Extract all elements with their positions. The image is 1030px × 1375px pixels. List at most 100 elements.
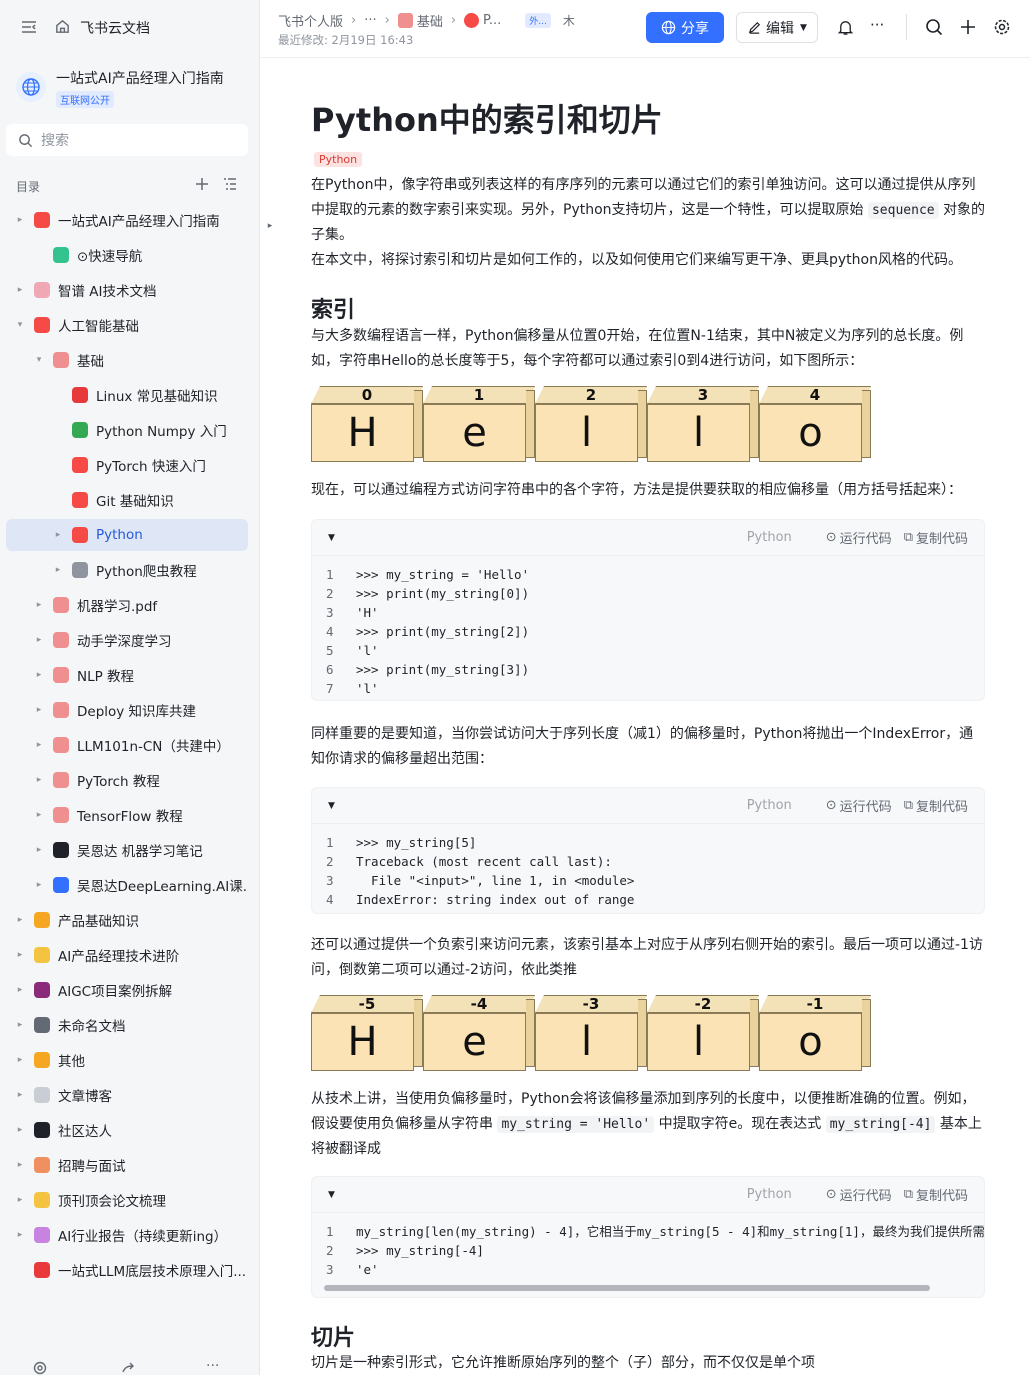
more-options-icon[interactable]: ··· bbox=[870, 16, 884, 34]
tree-item[interactable]: ▸ 动手学深度学习 bbox=[6, 624, 248, 656]
tree-item[interactable]: Git 基础知识 bbox=[6, 484, 248, 516]
scrollbar[interactable] bbox=[1019, 60, 1025, 1350]
caret-icon[interactable]: ▸ bbox=[12, 1090, 28, 1100]
tree-item[interactable]: ▸ 吴恩达 机器学习笔记 bbox=[6, 834, 248, 866]
breadcrumb-ellipsis[interactable]: ··· bbox=[364, 13, 376, 28]
breadcrumb-current[interactable]: P... bbox=[483, 13, 501, 28]
caret-icon[interactable]: ▸ bbox=[31, 600, 47, 610]
tree-item[interactable]: ▸ 吴恩达DeepLearning.AI课... bbox=[6, 869, 248, 901]
caret-icon[interactable]: ▸ bbox=[12, 1055, 28, 1065]
add-icon[interactable] bbox=[959, 18, 977, 36]
collapse-icon[interactable]: ▼ bbox=[328, 1190, 335, 1200]
tree-item[interactable]: ▸ Python bbox=[6, 519, 248, 551]
caret-icon[interactable]: ▸ bbox=[31, 775, 47, 785]
rocket-icon bbox=[34, 1262, 50, 1278]
caret-icon[interactable]: ▾ bbox=[12, 320, 28, 330]
copy-code-button[interactable]: ⧉ 复制代码 bbox=[904, 1185, 968, 1204]
caret-icon[interactable]: ▸ bbox=[31, 635, 47, 645]
tree-item[interactable]: ▸ 智谱 AI技术文档 bbox=[6, 274, 248, 306]
tree-item[interactable]: ▸ 其他 bbox=[6, 1044, 248, 1076]
caret-icon[interactable]: ▸ bbox=[31, 740, 47, 750]
caret-icon[interactable]: ▸ bbox=[50, 565, 66, 575]
settings-icon[interactable] bbox=[32, 1360, 48, 1375]
caret-icon[interactable]: ▸ bbox=[12, 1160, 28, 1170]
caret-icon[interactable]: ▸ bbox=[31, 705, 47, 715]
caret-icon[interactable]: ▸ bbox=[12, 1125, 28, 1135]
tree-item[interactable]: ▸ 机器学习.pdf bbox=[6, 589, 248, 621]
caret-icon[interactable]: ▸ bbox=[12, 915, 28, 925]
code-text: 'l' bbox=[356, 681, 379, 696]
caret-icon[interactable]: ▸ bbox=[31, 880, 47, 890]
code-line: 4 IndexError: string index out of range bbox=[312, 890, 984, 909]
tree-item[interactable]: Linux 常见基础知识 bbox=[6, 379, 248, 411]
pin-icon[interactable]: ⽊ bbox=[563, 12, 575, 29]
run-code-button[interactable]: ⊙ 运行代码 bbox=[826, 528, 892, 547]
horizontal-scrollbar[interactable] bbox=[324, 1285, 930, 1291]
tree-item[interactable]: PyTorch 快速入门 bbox=[6, 449, 248, 481]
share-out-icon[interactable] bbox=[120, 1360, 136, 1375]
caret-icon[interactable]: ▸ bbox=[12, 1230, 28, 1240]
tree-item[interactable]: ▸ 未命名文档 bbox=[6, 1009, 248, 1041]
home-icon[interactable] bbox=[54, 18, 72, 36]
copy-code-button[interactable]: ⧉ 复制代码 bbox=[904, 528, 968, 547]
code-text: 'l' bbox=[356, 643, 379, 658]
run-code-button[interactable]: ⊙ 运行代码 bbox=[826, 796, 892, 815]
tree-item[interactable]: ▸ LLM101n-CN（共建中） bbox=[6, 729, 248, 761]
code-line: 2 >>> my_string[-4] bbox=[312, 1241, 984, 1260]
collapse-sidebar-icon[interactable] bbox=[20, 18, 38, 36]
tree-item[interactable]: Python Numpy 入门 bbox=[6, 414, 248, 446]
tree-item[interactable]: ▾ 人工智能基础 bbox=[6, 309, 248, 341]
caret-icon[interactable]: ▸ bbox=[31, 670, 47, 680]
add-icon[interactable] bbox=[194, 176, 212, 194]
caret-icon[interactable]: ▸ bbox=[31, 845, 47, 855]
tree-item[interactable]: ▸ AI产品经理技术进阶 bbox=[6, 939, 248, 971]
edit-button[interactable]: 编辑 ▼ bbox=[736, 12, 818, 43]
index-label: -3 bbox=[535, 995, 647, 1013]
search-icon[interactable] bbox=[925, 18, 943, 36]
tree-item[interactable]: ▸ Python爬虫教程 bbox=[6, 554, 248, 586]
copy-code-button[interactable]: ⧉ 复制代码 bbox=[904, 796, 968, 815]
run-code-button[interactable]: ⊙ 运行代码 bbox=[826, 1185, 892, 1204]
caret-icon[interactable]: ▸ bbox=[12, 1020, 28, 1030]
bell-icon[interactable] bbox=[837, 19, 854, 36]
more-icon[interactable]: ··· bbox=[206, 1358, 219, 1374]
collapse-icon[interactable]: ▼ bbox=[328, 533, 335, 543]
tree-item[interactable]: 一站式LLM底层技术原理入门... bbox=[6, 1254, 248, 1286]
tree-item[interactable]: ▾ 基础 bbox=[6, 344, 248, 376]
outline-icon[interactable] bbox=[222, 176, 240, 194]
collapse-icon[interactable]: ▼ bbox=[328, 801, 335, 811]
caret-icon[interactable]: ▸ bbox=[12, 985, 28, 995]
tree-item[interactable]: ▸ AIGC项目案例拆解 bbox=[6, 974, 248, 1006]
caret-icon[interactable]: ▸ bbox=[12, 215, 28, 225]
access-paragraph: 现在，可以通过编程方式访问字符串中的各个字符，方法是提供要获取的相应偏移量（用方… bbox=[311, 482, 962, 498]
code-language[interactable]: Python bbox=[747, 530, 792, 545]
tree-item[interactable]: ▸ PyTorch 教程 bbox=[6, 764, 248, 796]
code-text: File "<input>", line 1, in <module> bbox=[356, 873, 635, 888]
caret-icon[interactable]: ▸ bbox=[12, 1195, 28, 1205]
home-label[interactable]: 飞书云文档 bbox=[80, 18, 150, 38]
tree-item[interactable]: ▸ 招聘与面试 bbox=[6, 1149, 248, 1181]
search-input[interactable]: 搜索 bbox=[6, 124, 248, 156]
caret-icon[interactable]: ▸ bbox=[50, 530, 66, 540]
gear-icon[interactable] bbox=[993, 18, 1011, 36]
caret-icon[interactable]: ▸ bbox=[12, 285, 28, 295]
tree-item[interactable]: ⊙快速导航 bbox=[6, 239, 248, 271]
tree-item[interactable]: ▸ TensorFlow 教程 bbox=[6, 799, 248, 831]
tree-item[interactable]: ▸ 一站式AI产品经理入门指南 bbox=[6, 204, 248, 236]
breadcrumb-parent[interactable]: 基础 bbox=[417, 11, 443, 30]
code-language[interactable]: Python bbox=[747, 1187, 792, 1202]
share-button[interactable]: 分享 bbox=[646, 12, 724, 43]
caret-icon[interactable]: ▸ bbox=[31, 810, 47, 820]
caret-icon[interactable]: ▸ bbox=[12, 950, 28, 960]
caret-icon[interactable]: ▾ bbox=[31, 355, 47, 365]
tree-item[interactable]: ▸ 社区达人 bbox=[6, 1114, 248, 1146]
tree-item[interactable]: ▸ 产品基础知识 bbox=[6, 904, 248, 936]
tree-item[interactable]: ▸ Deploy 知识库共建 bbox=[6, 694, 248, 726]
breadcrumb-root[interactable]: 飞书个人版 bbox=[278, 11, 343, 30]
code-language[interactable]: Python bbox=[747, 798, 792, 813]
tree-item[interactable]: ▸ 顶刊顶会论文梳理 bbox=[6, 1184, 248, 1216]
tree-item[interactable]: ▸ AI行业报告（持续更新ing） bbox=[6, 1219, 248, 1251]
tree-item[interactable]: ▸ 文章博客 bbox=[6, 1079, 248, 1111]
tree-item[interactable]: ▸ NLP 教程 bbox=[6, 659, 248, 691]
space-title[interactable]: 一站式AI产品经理入门指南 bbox=[56, 68, 224, 88]
